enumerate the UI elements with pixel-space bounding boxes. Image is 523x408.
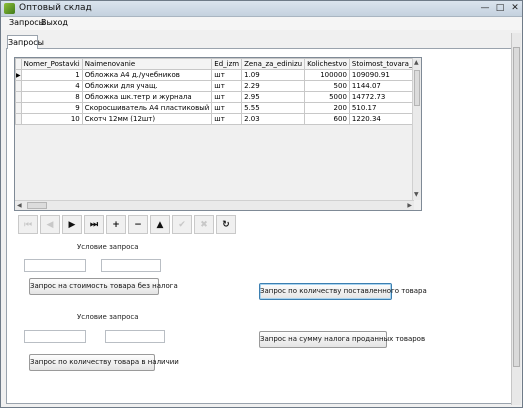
column-header[interactable]: Kolichestvo xyxy=(304,58,350,70)
table-cell[interactable]: шт xyxy=(211,102,243,114)
scroll-down-arrow-icon[interactable]: ▼ xyxy=(414,191,419,199)
table-cell[interactable]: 5.55 xyxy=(241,102,306,114)
query-supplied-quantity-button[interactable]: Запрос по количеству поставленного товар… xyxy=(259,283,427,300)
table-cell[interactable]: Обложка А4 д./учебников xyxy=(81,69,213,81)
menu-item-exit[interactable]: Выход xyxy=(41,18,68,27)
column-header[interactable]: Ed_izm xyxy=(211,58,243,70)
table-row[interactable]: 9 Скоросшиватель А4 пластиковый шт 5.55 … xyxy=(15,102,421,114)
table-cell[interactable]: шт xyxy=(211,80,243,92)
close-button[interactable]: ✕ xyxy=(509,3,521,14)
query-sales-tax-sum-button[interactable]: Запрос на сумму налога проданных товаров xyxy=(259,331,425,348)
query-condition-label: Условие запроса xyxy=(77,243,139,251)
grid-horizontal-scrollbar[interactable]: ◀ ▶ xyxy=(15,200,414,210)
query-condition-label: Условие запроса xyxy=(77,313,139,321)
table-cell[interactable]: 500 xyxy=(304,80,350,92)
query2-condition-field-2[interactable] xyxy=(105,330,165,343)
table-cell[interactable]: 1.09 xyxy=(241,69,306,81)
nav-edit-button[interactable]: ▲ xyxy=(150,215,170,234)
scrollbar-thumb[interactable] xyxy=(513,47,520,367)
table-cell[interactable]: 600 xyxy=(304,113,350,125)
table-cell[interactable]: шт xyxy=(211,69,243,81)
grid-header-row: Nomer_Postavki Naimenovanie Ed_izm Zena_… xyxy=(15,58,421,70)
nav-refresh-button[interactable]: ↻ xyxy=(216,215,236,234)
table-cell[interactable]: 2.95 xyxy=(241,91,306,103)
table-cell[interactable]: Обложка шк.тетр и журнала xyxy=(81,91,213,103)
menu-item-queries[interactable]: Запросы xyxy=(9,18,45,27)
table-cell[interactable]: 200 xyxy=(304,102,350,114)
table-row[interactable]: 4 Обложки для учащ. шт 2.29 500 1144.07 xyxy=(15,80,421,92)
table-cell[interactable]: 100000 xyxy=(304,69,350,81)
window-title: Оптовый склад xyxy=(19,3,92,13)
menu-bar: Запросы Выход xyxy=(1,17,522,30)
maximize-button[interactable]: □ xyxy=(494,3,506,14)
scrollbar-thumb[interactable] xyxy=(414,70,420,106)
app-icon xyxy=(4,3,15,14)
table-cell[interactable]: Скоросшиватель А4 пластиковый xyxy=(81,102,213,114)
form-vertical-scrollbar[interactable] xyxy=(511,33,521,405)
data-grid[interactable]: Nomer_Postavki Naimenovanie Ed_izm Zena_… xyxy=(14,57,422,211)
column-header[interactable]: Nomer_Postavki xyxy=(20,58,83,70)
query2-condition-field-1[interactable] xyxy=(24,330,86,343)
minimize-button[interactable]: — xyxy=(479,3,491,14)
grid-table: Nomer_Postavki Naimenovanie Ed_izm Zena_… xyxy=(15,58,421,125)
table-cell[interactable]: 5000 xyxy=(304,91,350,103)
query1-condition-field-1[interactable] xyxy=(24,259,86,272)
table-row[interactable]: ▶ 1 Обложка А4 д./учебников шт 1.09 1000… xyxy=(15,69,421,81)
table-cell[interactable]: 9 xyxy=(20,102,83,114)
query-stock-quantity-button[interactable]: Запрос по количеству товара в наличии xyxy=(29,354,179,371)
table-cell[interactable]: Обложки для учащ. xyxy=(81,80,213,92)
table-cell[interactable]: 2.03 xyxy=(241,113,306,125)
title-bar[interactable]: Оптовый склад — □ ✕ xyxy=(1,1,522,17)
table-cell[interactable]: шт xyxy=(211,91,243,103)
scroll-up-arrow-icon[interactable]: ▲ xyxy=(414,59,419,67)
nav-delete-button[interactable]: − xyxy=(128,215,148,234)
tab-queries[interactable]: Запросы xyxy=(7,35,44,49)
table-cell[interactable]: шт xyxy=(211,113,243,125)
nav-insert-button[interactable]: + xyxy=(106,215,126,234)
table-cell[interactable]: 2.29 xyxy=(241,80,306,92)
scrollbar-thumb[interactable] xyxy=(27,202,47,209)
table-cell[interactable]: 4 xyxy=(20,80,83,92)
nav-prior-button[interactable]: ◀ xyxy=(40,215,60,234)
grid-vertical-scrollbar[interactable]: ▲ ▼ xyxy=(412,58,421,200)
scroll-left-arrow-icon[interactable]: ◀ xyxy=(17,202,22,210)
table-cell[interactable]: 10 xyxy=(20,113,83,125)
nav-post-button[interactable]: ✔ xyxy=(172,215,192,234)
column-header[interactable]: Naimenovanie xyxy=(81,58,213,70)
scroll-right-arrow-icon[interactable]: ▶ xyxy=(407,202,412,210)
nav-next-button[interactable]: ▶ xyxy=(62,215,82,234)
table-cell[interactable]: Скотч 12мм (12шт) xyxy=(81,113,213,125)
query1-condition-field-2[interactable] xyxy=(101,259,161,272)
table-row[interactable]: 10 Скотч 12мм (12шт) шт 2.03 600 1220.34 xyxy=(15,113,421,125)
table-cell[interactable]: 1 xyxy=(20,69,83,81)
query-cost-without-tax-button[interactable]: Запрос на стоимость товара без налога xyxy=(29,278,178,295)
nav-cancel-button[interactable]: ✖ xyxy=(194,215,214,234)
table-cell[interactable]: 8 xyxy=(20,91,83,103)
nav-first-button[interactable]: ⏮ xyxy=(18,215,38,234)
column-header[interactable]: Zena_za_edinizu xyxy=(241,58,306,70)
nav-last-button[interactable]: ⏭ xyxy=(84,215,104,234)
main-window: Оптовый склад — □ ✕ Запросы Выход Запрос… xyxy=(0,0,523,408)
table-row[interactable]: 8 Обложка шк.тетр и журнала шт 2.95 5000… xyxy=(15,91,421,103)
